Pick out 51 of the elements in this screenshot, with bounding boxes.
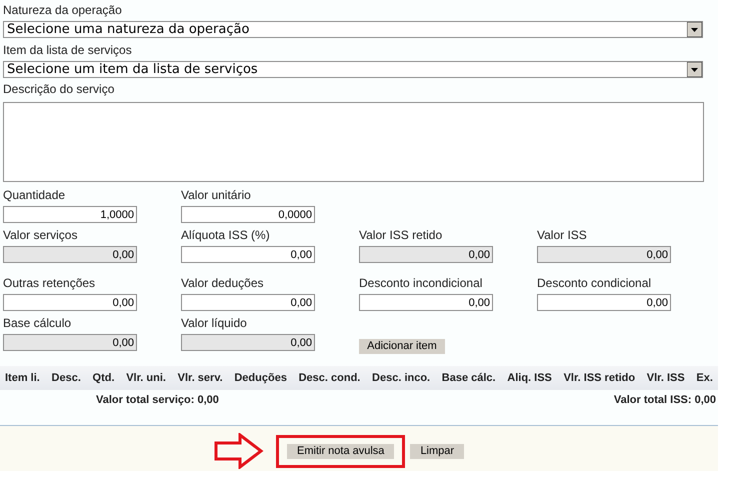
column-header: Vlr. serv. [178,370,223,386]
total-service-text: Valor total serviço: 0,00 [96,393,219,408]
dropdown[interactable]: Selecione uma natureza da operação [3,21,703,38]
number-field[interactable]: 0,00 [359,294,493,311]
field-label: Item da lista de serviços [3,42,133,59]
field-label: Base cálculo [3,316,72,330]
dropdown[interactable]: Selecione um item da lista de serviços [3,61,703,78]
column-header: Aliq. ISS [507,370,552,386]
column-header: Vlr. uni. [126,370,166,386]
field-label: Valor unitário [181,188,252,202]
number-field[interactable]: 0,0000 [181,206,315,223]
number-field[interactable]: 0,00 [537,294,671,311]
field-label: Quantidade [3,188,66,202]
number-field[interactable]: 1,0000 [3,206,137,223]
column-header: Item li. [5,370,40,386]
field-label: Descrição do serviço [3,82,116,98]
field-label: Valor líquido [181,316,248,330]
description-field[interactable] [3,102,704,182]
number-field[interactable]: 0,00 [181,294,315,311]
total-iss-text: Valor total ISS: 0,00 [614,393,716,408]
column-header: Vlr. ISS [646,370,685,386]
column-header: Desc. inco. [372,370,430,386]
field-label: Valor deduções [181,276,264,290]
arrow-icon [214,433,264,469]
column-header: Base cálc. [442,370,496,386]
field-label: Valor ISS retido [359,228,444,242]
dropdown-arrow-icon [687,62,702,77]
column-header: Desc. cond. [298,370,360,386]
field-label: Valor ISS [537,228,588,242]
column-header: Vlr. ISS retido [564,370,636,386]
field-label: Desconto condicional [537,276,652,290]
column-header: Deduções [234,370,287,386]
number-field[interactable]: 0,00 [181,246,315,263]
number-field[interactable]: 0,00 [181,334,315,351]
action-button[interactable]: Emitir nota avulsa [287,444,394,458]
field-label: Outras retenções [3,276,96,290]
number-field[interactable]: 0,00 [537,246,671,263]
column-header: Qtd. [92,370,115,386]
number-field[interactable]: 0,00 [3,294,137,311]
dropdown-arrow-icon [687,22,702,37]
field-label: Alíquota ISS (%) [181,228,271,242]
number-field[interactable]: 0,00 [359,246,493,263]
field-label: Desconto incondicional [359,276,484,290]
column-header: Ex. [696,370,713,386]
field-label: Valor serviços [3,228,78,242]
number-field[interactable]: 0,00 [3,246,137,263]
column-header: Desc. [52,370,81,386]
field-label: Natureza da operação [3,2,123,19]
add-item-button[interactable]: Adicionar item [359,339,445,354]
action-button[interactable]: Limpar [410,444,464,459]
number-field[interactable]: 0,00 [3,334,137,351]
